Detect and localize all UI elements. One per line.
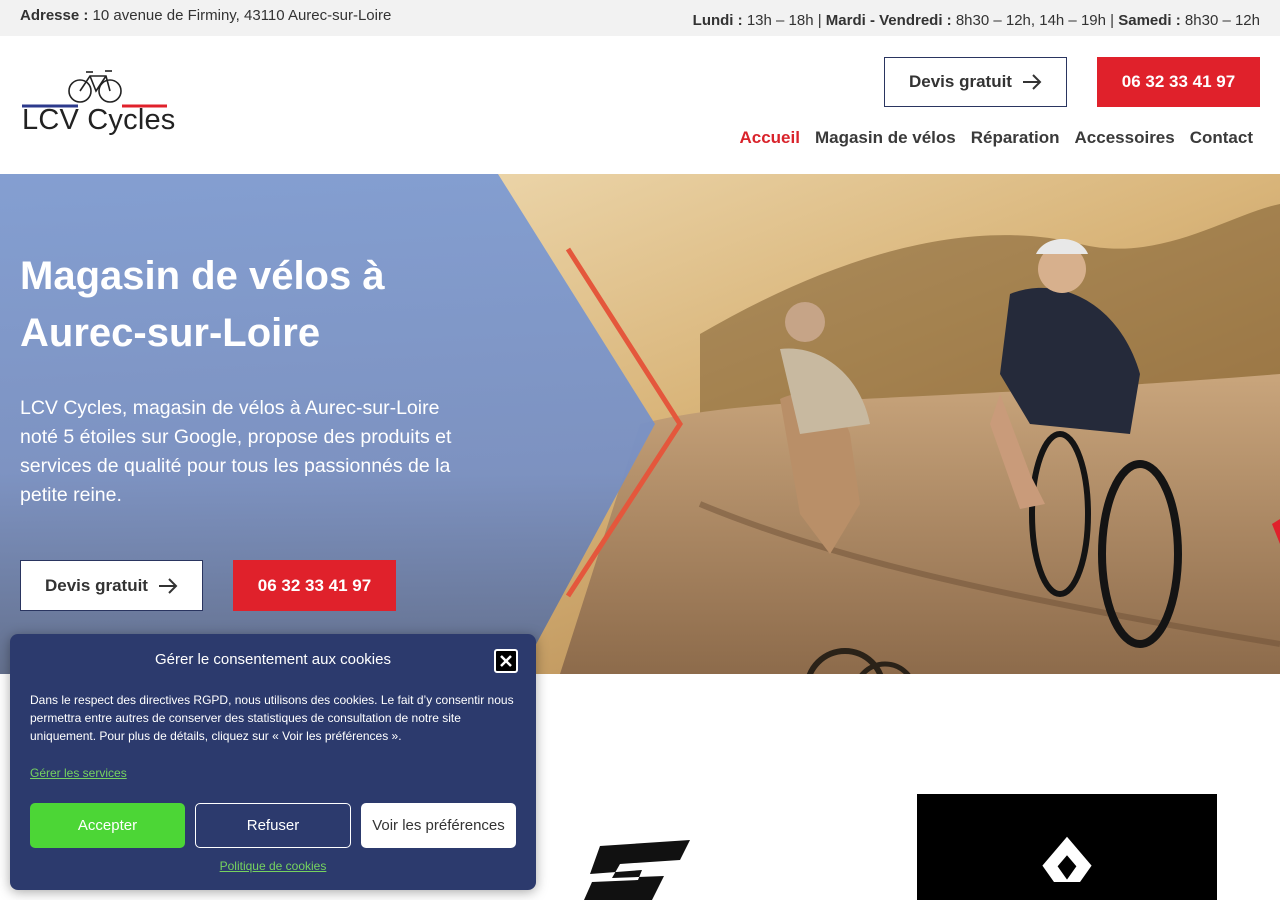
address: Adresse : 10 avenue de Firminy, 43110 Au… [20,7,391,24]
hero-lead: LCV Cycles, magasin de vélos à Aurec-sur… [20,397,452,506]
close-icon [500,655,512,667]
nav-item-reparation[interactable]: Réparation [971,128,1060,148]
hero-section: Magasin de vélos à Aurec-sur-Loire LCV C… [0,174,1280,674]
partner-logo-scott [917,794,1217,900]
close-button[interactable] [494,649,518,673]
hours-label-saturday: Samedi : [1118,12,1181,29]
site-logo[interactable]: LCV Cycles [20,66,175,146]
cookie-dialog-title: Gérer le consentement aux cookies [155,651,391,668]
partner-logo-shape [584,840,690,900]
nav-item-accessoires[interactable]: Accessoires [1075,128,1175,148]
logo-text: LCV Cycles [22,104,176,136]
arrow-right-icon [158,577,178,594]
refuse-button[interactable]: Refuser [195,803,351,848]
main-nav: Accueil Magasin de vélos Réparation Acce… [739,128,1253,148]
cookie-policy-link-text[interactable]: Politique de cookies [220,859,327,873]
hours-separator: | [817,12,822,29]
accept-button[interactable]: Accepter [30,803,185,848]
address-value: 10 avenue de Firminy, 43110 Aurec-sur-Lo… [92,7,392,24]
arrow-right-icon [1022,74,1042,90]
phone-button[interactable]: 06 32 33 41 97 [1097,57,1260,107]
cookie-consent-dialog: Gérer le consentement aux cookies Dans l… [10,634,536,890]
partner-logo-left [560,838,760,900]
opening-hours: Lundi : 13h – 18h | Mardi - Vendredi : 8… [693,12,1260,29]
address-label: Adresse : [20,7,89,24]
hero-phone-button[interactable]: 06 32 33 41 97 [233,560,396,611]
hours-separator: | [1110,12,1115,29]
quote-button-label: Devis gratuit [909,72,1012,91]
preferences-button[interactable]: Voir les préférences [361,803,516,848]
hero-quote-button-label: Devis gratuit [45,575,148,595]
top-info-bar: Adresse : 10 avenue de Firminy, 43110 Au… [0,0,1280,36]
hours-label-monday: Lundi : [692,12,743,29]
nav-item-accueil[interactable]: Accueil [739,128,799,148]
quote-button[interactable]: Devis gratuit [884,57,1067,107]
hours-value-monday: 13h – 18h [746,12,814,29]
partner-logo-shape [1042,836,1092,900]
hours-value-saturday: 8h30 – 12h [1184,12,1260,29]
cookie-dialog-text: Dans le respect des directives RGPD, nou… [30,693,514,743]
hero-title: Magasin de vélos à Aurec-sur-Loire [20,254,385,355]
hours-label-weekdays: Mardi - Vendredi : [825,12,952,29]
site-header: LCV Cycles Devis gratuit 06 32 33 41 97 … [0,36,1280,174]
nav-item-contact[interactable]: Contact [1190,128,1253,148]
manage-services-link[interactable]: Gérer les services [30,766,127,780]
hero-quote-button[interactable]: Devis gratuit [20,560,203,611]
nav-item-magasin[interactable]: Magasin de vélos [815,128,956,148]
cookie-policy-link: Politique de cookies [10,859,536,873]
hours-value-weekdays: 8h30 – 12h, 14h – 19h [955,12,1106,29]
